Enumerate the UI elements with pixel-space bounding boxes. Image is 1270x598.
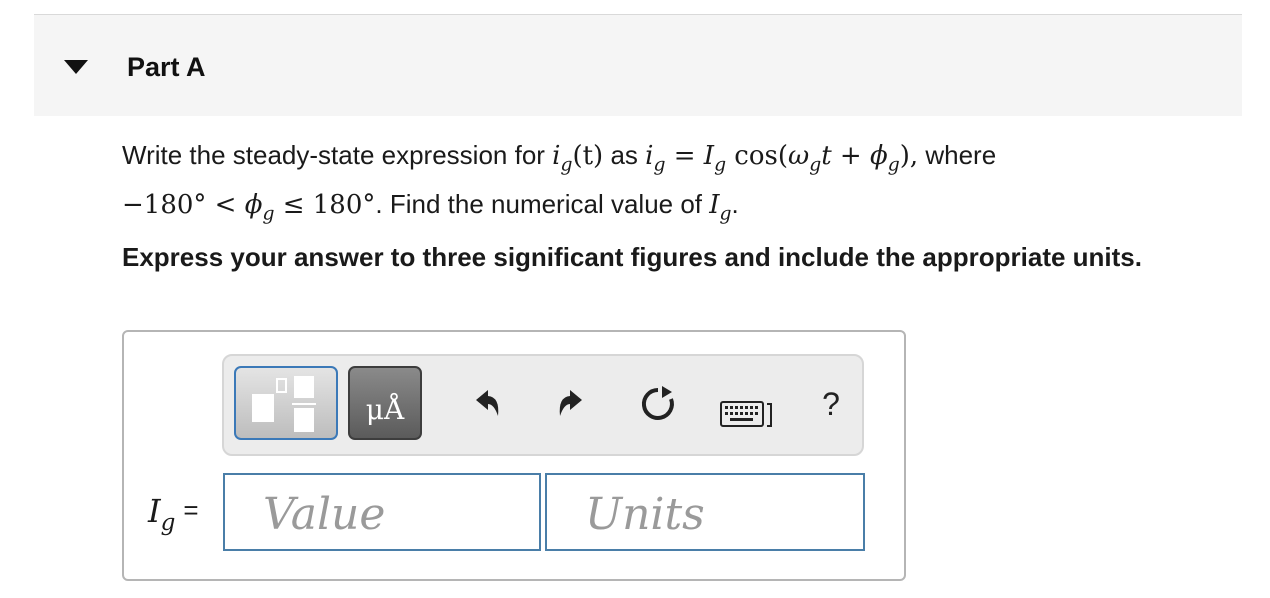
answer-equals: = bbox=[183, 495, 199, 525]
phi-subscript-2: g bbox=[262, 203, 275, 225]
answer-variable-label: Ig = bbox=[148, 492, 199, 536]
units-button[interactable]: μÅ bbox=[348, 366, 422, 440]
answer-var-symbol: I bbox=[148, 492, 161, 530]
part-title: Part A bbox=[127, 52, 206, 82]
where-word: where bbox=[918, 140, 997, 170]
as-word: as bbox=[603, 140, 646, 170]
fraction-denominator-icon bbox=[294, 408, 314, 432]
value-input[interactable]: Value bbox=[223, 473, 541, 551]
answer-box: μÅ ? Ig = Value Units bbox=[122, 330, 906, 581]
cos-function: cos( bbox=[726, 141, 789, 171]
plus-sign: + bbox=[831, 141, 870, 171]
templates-button[interactable] bbox=[234, 366, 338, 440]
of-t: (t) bbox=[572, 141, 604, 171]
undo-icon[interactable] bbox=[466, 384, 506, 424]
question-period: . bbox=[731, 188, 739, 219]
fraction-bar-icon bbox=[292, 403, 316, 405]
omega-symbol: ω bbox=[788, 141, 810, 171]
fraction-numerator-icon bbox=[294, 376, 314, 398]
Ig-symbol-2: I bbox=[709, 189, 720, 220]
range-upper: ≤ 180° bbox=[274, 189, 376, 220]
t-symbol: t bbox=[821, 141, 832, 171]
answer-instruction: Express your answer to three significant… bbox=[122, 242, 1142, 272]
reset-icon[interactable] bbox=[638, 384, 678, 424]
ig-subscript-2: g bbox=[653, 154, 666, 176]
Ig-symbol: I bbox=[703, 141, 715, 171]
equals-sign: = bbox=[665, 141, 704, 171]
keyboard-icon[interactable] bbox=[720, 400, 776, 430]
units-placeholder: Units bbox=[585, 489, 705, 540]
collapse-caret-icon[interactable] bbox=[64, 60, 88, 74]
part-a-header[interactable]: Part A bbox=[34, 15, 1242, 116]
phi-subscript: g bbox=[887, 154, 900, 176]
range-lower: −180° < bbox=[122, 189, 245, 220]
help-button[interactable]: ? bbox=[816, 386, 846, 422]
question-text: Write the steady-state expression for ig… bbox=[122, 136, 1142, 233]
omega-subscript: g bbox=[809, 154, 822, 176]
phi-symbol: ϕ bbox=[869, 141, 888, 171]
close-paren: ), bbox=[899, 141, 919, 171]
phi-symbol-2: ϕ bbox=[244, 189, 263, 220]
Ig-subscript: g bbox=[714, 154, 727, 176]
units-input[interactable]: Units bbox=[545, 473, 865, 551]
redo-icon[interactable] bbox=[552, 384, 592, 424]
question-find: . Find the numerical value of bbox=[375, 188, 710, 219]
ig-subscript: g bbox=[560, 154, 573, 176]
value-placeholder: Value bbox=[263, 489, 386, 540]
answer-var-subscript: g bbox=[160, 510, 176, 537]
template-exponent-icon bbox=[276, 378, 287, 393]
Ig-subscript-2: g bbox=[719, 203, 732, 225]
math-toolbar: μÅ ? bbox=[222, 354, 864, 456]
question-intro: Write the steady-state expression for bbox=[122, 140, 553, 170]
template-box-icon bbox=[252, 394, 274, 422]
